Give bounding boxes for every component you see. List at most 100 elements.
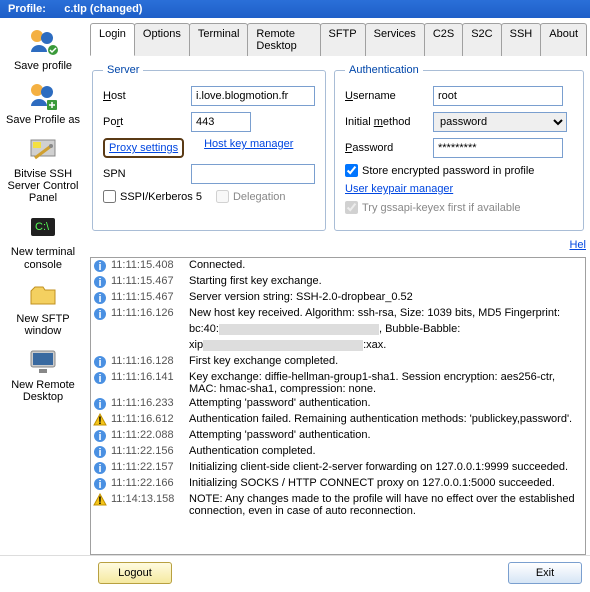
store-password-checkbox[interactable] — [345, 164, 358, 177]
save-profile-as-icon — [27, 80, 59, 112]
sidebar-item-label: Bitvise SSH Server Control Panel — [5, 168, 81, 204]
log-timestamp: 11:11:22.157 — [111, 461, 185, 473]
host-input[interactable] — [191, 86, 315, 106]
log-timestamp: 11:11:16.612 — [111, 413, 185, 425]
sspi-checkbox[interactable] — [103, 190, 116, 203]
log-timestamp: 11:11:22.088 — [111, 429, 185, 441]
title-profile: c.tlp (changed) — [64, 3, 142, 15]
sidebar-server-control-panel[interactable]: Bitvise SSH Server Control Panel — [3, 132, 83, 206]
info-icon: i — [93, 291, 107, 305]
sidebar-item-label: New SFTP window — [5, 313, 81, 337]
warning-icon: ! — [93, 493, 107, 507]
sidebar-save-profile-as[interactable]: Save Profile as — [3, 78, 83, 128]
tab-services[interactable]: Services — [365, 23, 425, 56]
svg-text:i: i — [98, 373, 101, 385]
terminal-icon: C:\ — [27, 212, 59, 244]
remote-desktop-icon — [27, 345, 59, 377]
log-line: !11:14:13.158NOTE: Any changes made to t… — [91, 492, 585, 518]
log-timestamp: 11:11:22.166 — [111, 477, 185, 489]
svg-text:i: i — [98, 479, 101, 491]
sftp-icon — [27, 279, 59, 311]
logout-button[interactable]: Logout — [98, 562, 172, 584]
tab-options[interactable]: Options — [134, 23, 190, 56]
log-timestamp: 11:11:15.408 — [111, 259, 185, 271]
log-timestamp: 11:11:15.467 — [111, 291, 185, 303]
svg-text:!: ! — [98, 495, 102, 507]
sidebar-item-label: Save Profile as — [6, 114, 80, 126]
log-line: i11:11:16.126New host key received. Algo… — [91, 306, 585, 322]
info-icon: i — [93, 477, 107, 491]
info-icon: i — [93, 259, 107, 273]
username-input[interactable] — [433, 86, 563, 106]
warning-icon: ! — [93, 413, 107, 427]
store-password-label: Store encrypted password in profile — [362, 165, 534, 177]
log-line: i11:11:22.156Authentication completed. — [91, 444, 585, 460]
sidebar-save-profile[interactable]: Save profile — [3, 24, 83, 74]
password-input[interactable] — [433, 138, 563, 158]
log-message: Connected. — [189, 259, 583, 271]
log-line: i 11:11:15.408 Connected. — [91, 258, 585, 274]
tab-remote-desktop[interactable]: Remote Desktop — [247, 23, 320, 56]
log-message: Server version string: SSH-2.0-dropbear_… — [189, 291, 583, 303]
initial-method-select[interactable]: password — [433, 112, 567, 132]
log-message: Key exchange: diffie-hellman-group1-sha1… — [189, 371, 583, 395]
sidebar-new-remote-desktop[interactable]: New Remote Desktop — [3, 343, 83, 405]
tab-login[interactable]: Login — [90, 23, 135, 56]
sidebar-new-terminal[interactable]: C:\ New terminal console — [3, 210, 83, 272]
log-timestamp: 11:11:16.126 — [111, 307, 185, 319]
sidebar-item-label: New Remote Desktop — [5, 379, 81, 403]
server-panel-icon — [27, 134, 59, 166]
port-input[interactable] — [191, 112, 251, 132]
info-icon: i — [93, 371, 107, 385]
svg-text:C:\: C:\ — [35, 221, 50, 233]
log-message: Attempting 'password' authentication. — [189, 397, 583, 409]
blank-icon — [93, 339, 107, 353]
bottom-bar: Logout Exit — [0, 555, 590, 592]
svg-text:i: i — [98, 261, 101, 273]
tab-c2s[interactable]: C2S — [424, 23, 463, 56]
log-line: i 11:11:22.088 Attempting 'password' authe… — [91, 428, 585, 444]
gssapi-checkbox — [345, 201, 358, 214]
tab-ssh[interactable]: SSH — [501, 23, 542, 56]
tab-bar: Login Options Terminal Remote Desktop SF… — [90, 22, 586, 56]
info-icon: i — [93, 445, 107, 459]
svg-text:i: i — [98, 293, 101, 305]
proxy-settings-link[interactable]: Proxy settings — [109, 142, 178, 154]
title-bar: Profile: c.tlp (changed) — [0, 0, 590, 18]
blank-icon — [93, 323, 107, 337]
port-label: Port — [103, 116, 185, 128]
tab-s2c[interactable]: S2C — [462, 23, 501, 56]
log-line: i11:11:16.233Attempting 'password' authe… — [91, 396, 585, 412]
help-link[interactable]: Hel — [569, 239, 586, 251]
log-message: Authentication completed. — [189, 445, 583, 457]
tab-about[interactable]: About — [540, 23, 587, 56]
tab-sftp[interactable]: SFTP — [320, 23, 366, 56]
log-timestamp: 11:11:16.233 — [111, 397, 185, 409]
log-message: NOTE: Any changes made to the profile wi… — [189, 493, 583, 517]
tab-terminal[interactable]: Terminal — [189, 23, 249, 56]
proxy-settings-highlight: Proxy settings — [103, 138, 184, 158]
svg-text:i: i — [98, 357, 101, 369]
svg-text:i: i — [98, 309, 101, 321]
help-area: Hel — [90, 235, 586, 253]
host-key-manager-link[interactable]: Host key manager — [204, 138, 293, 158]
log-line: i 11:11:15.467 Server version string: SSH-… — [91, 290, 585, 306]
log-message: Attempting 'password' authentication. — [189, 429, 583, 441]
exit-button[interactable]: Exit — [508, 562, 582, 584]
sidebar-new-sftp[interactable]: New SFTP window — [3, 277, 83, 339]
log-line: i11:11:15.467Starting first key exchange… — [91, 274, 585, 290]
authentication-fieldset: Authentication Username Initial method p… — [334, 64, 584, 231]
host-label: Host — [103, 90, 185, 102]
spn-input[interactable] — [191, 164, 315, 184]
user-keypair-manager-link[interactable]: User keypair manager — [345, 183, 453, 195]
sidebar-item-label: New terminal console — [5, 246, 81, 270]
log-line: bc:40:, Bubble-Babble: — [91, 322, 585, 338]
log-line: i11:11:22.166Initializing SOCKS / HTTP C… — [91, 476, 585, 492]
log-panel[interactable]: i 11:11:15.408 Connected. i11:11:15.467Star… — [90, 257, 586, 555]
log-message: Authentication failed. Remaining authent… — [189, 413, 583, 425]
svg-text:i: i — [98, 447, 101, 459]
username-label: Username — [345, 90, 427, 102]
log-line: i11:11:22.157Initializing client-side cl… — [91, 460, 585, 476]
svg-text:i: i — [98, 431, 101, 443]
save-profile-icon — [27, 26, 59, 58]
